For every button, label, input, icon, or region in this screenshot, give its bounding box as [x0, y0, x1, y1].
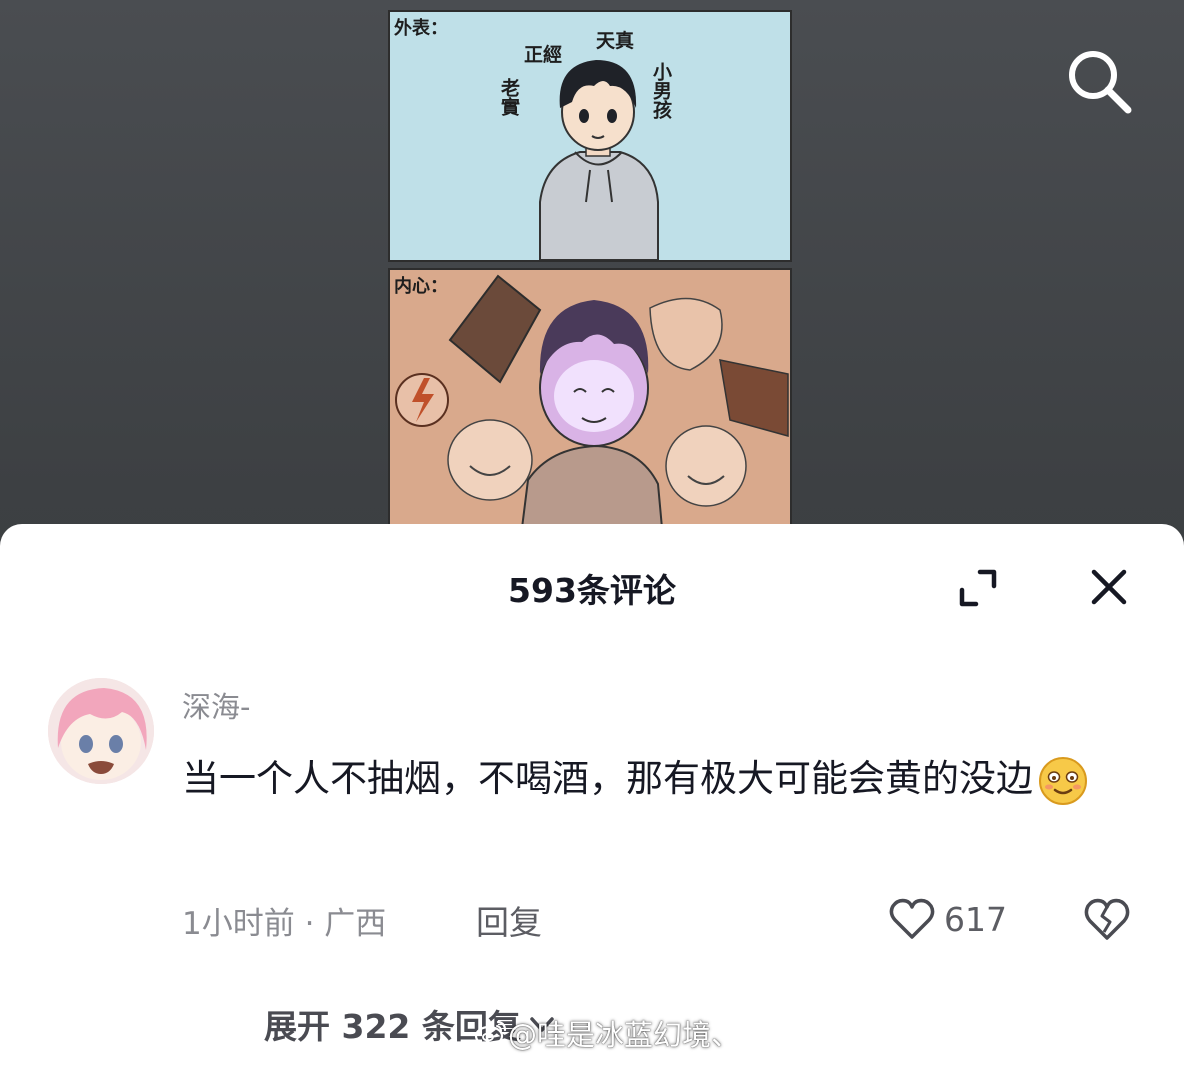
search-button[interactable] [1062, 44, 1136, 118]
smirk-emoji-icon [1039, 756, 1087, 805]
comic-tag: 天真 [596, 30, 635, 52]
comment-text: 当一个人不抽烟，不喝酒，那有极大可能会黄的没边 [182, 757, 1033, 800]
close-panel-button[interactable] [1084, 562, 1134, 612]
boy-illustration [539, 60, 659, 260]
avatar[interactable] [48, 678, 154, 784]
watermark-text: @哇是冰蓝幻境、 [508, 1018, 741, 1052]
avatar-image [48, 678, 154, 784]
comments-count-title: 593条评论 [508, 571, 676, 610]
broken-heart-icon [1084, 898, 1130, 940]
comic-tag: 小男孩 [650, 62, 672, 119]
panel-label-outside: 外表： [394, 18, 448, 39]
heart-icon [889, 898, 935, 939]
comment-body: 当一个人不抽烟，不喝酒，那有极大可能会黄的没边 [182, 746, 1122, 812]
comic-image[interactable]: 外表： 老實 正經 天真 小男孩 内心： [388, 10, 792, 530]
comic-tag: 正經 [524, 44, 563, 66]
panel-label-inside: 内心： [394, 276, 448, 297]
like-button[interactable]: 617 [888, 894, 1007, 944]
close-icon [1091, 569, 1127, 605]
inner-thoughts-illustration [395, 274, 789, 528]
comic-panel-outside: 外表： 老實 正經 天真 小男孩 [388, 10, 792, 262]
comic-tag: 老實 [498, 78, 520, 116]
expand-icon [959, 569, 997, 607]
comments-panel: 593条评论 深海- 当一个人不抽烟，不喝酒，那有极大可能会黄的没边 1小时前 … [0, 524, 1184, 1080]
like-count: 617 [944, 899, 1007, 939]
dislike-button[interactable] [1082, 894, 1132, 944]
weibo-logo-icon [474, 1020, 507, 1047]
comic-panel-inside: 内心： [388, 268, 792, 530]
expand-panel-button[interactable] [954, 564, 1002, 612]
reply-button[interactable]: 回复 [476, 896, 542, 944]
comment-username[interactable]: 深海- [182, 684, 250, 726]
comment-time-location: 1小时前 · 广西 [182, 906, 387, 942]
search-icon [1069, 51, 1132, 114]
watermark: @哇是冰蓝幻境、 [474, 1012, 740, 1054]
